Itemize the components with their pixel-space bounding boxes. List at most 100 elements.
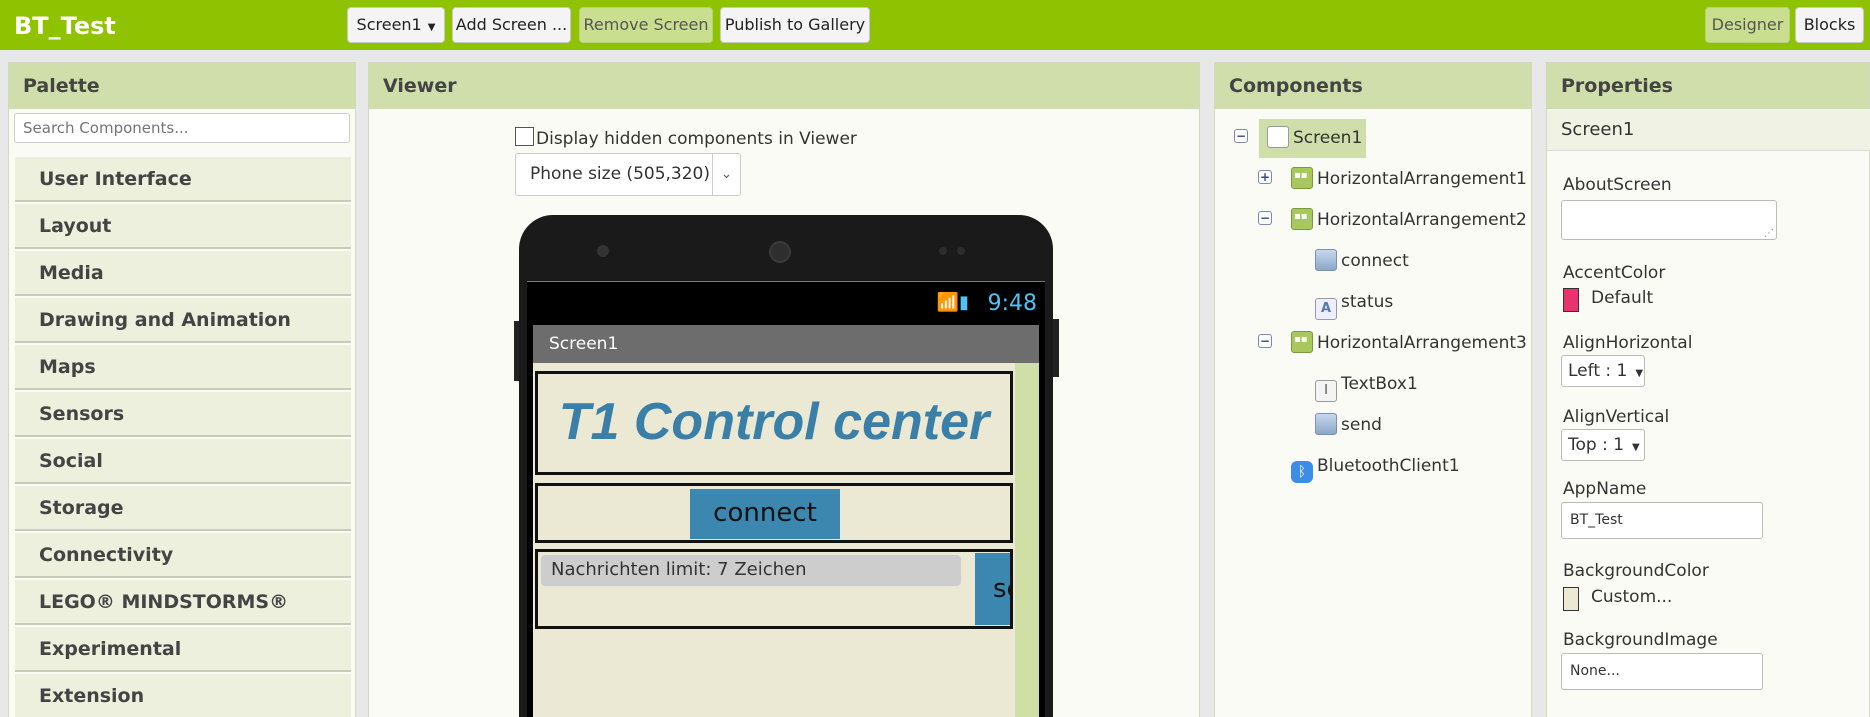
tree-item-horizontalarrangement1[interactable]: HorizontalArrangement1 [1291,166,1527,192]
phone-speaker-icon [769,241,791,263]
collapse-icon[interactable]: − [1258,334,1272,348]
horizontal-arrangement-3[interactable]: Nachrichten limit: 7 Zeichen se [535,549,1013,629]
tree-item-label: Screen1 [1293,128,1363,148]
tree-item-label: connect [1341,251,1409,271]
horizontal-arrangement-icon [1291,208,1313,230]
phone-time: 9:48 [987,291,1037,316]
palette-category-storage[interactable]: Storage [15,486,351,531]
add-screen-button[interactable]: Add Screen ... [452,7,571,43]
send-button[interactable]: se [975,553,1010,625]
horizontal-arrangement-2[interactable]: connect [535,483,1013,543]
phone-sensor-icon [939,247,947,255]
viewer-title: Viewer [369,63,1199,109]
horizontal-arrangement-icon [1291,167,1313,189]
components-panel: Components − Screen1 + HorizontalArrange… [1214,62,1532,717]
display-hidden-row[interactable]: Display hidden components in Viewer [515,127,857,149]
tree-item-textbox1[interactable]: I TextBox1 [1315,371,1418,402]
tree-item-horizontalarrangement3[interactable]: HorizontalArrangement3 [1291,330,1527,356]
phone-screen: 📶▮ 9:48 Screen1 T1 Control center connec… [527,281,1045,717]
palette-category-experimental[interactable]: Experimental [15,627,351,672]
background-image-input[interactable]: None... [1561,653,1763,690]
align-horizontal-label: AlignHorizontal [1563,333,1693,353]
resize-handle-icon: ⋰ [1764,228,1774,239]
align-vertical-value: Top : 1 [1568,435,1625,455]
tree-item-label: BluetoothClient1 [1317,456,1460,476]
phone-camera-icon [597,245,609,257]
app-name-label: AppName [1563,479,1647,499]
button-icon [1315,413,1337,435]
tree-item-send[interactable]: send [1315,412,1382,438]
control-center-title: T1 Control center [558,393,990,451]
screen-select-button[interactable]: Screen1 ▼ [347,7,445,43]
palette-category-connectivity[interactable]: Connectivity [15,533,351,578]
chevron-down-icon: ⌄ [712,154,740,195]
properties-title: Properties [1547,63,1869,109]
label-icon: A [1315,298,1337,320]
tree-item-label: status [1341,292,1394,312]
tree-item-screen1[interactable]: Screen1 [1267,125,1362,151]
collapse-icon[interactable]: − [1258,211,1272,225]
palette-category-social[interactable]: Social [15,439,351,484]
tree-item-label: send [1341,415,1382,435]
tree-item-label: HorizontalArrangement2 [1317,210,1527,230]
align-horizontal-select[interactable]: Left : 1 ▼ [1561,355,1645,387]
palette-category-maps[interactable]: Maps [15,345,351,390]
phone-scroll-strip [1015,363,1039,717]
connect-button[interactable]: connect [690,489,840,539]
phone-size-select[interactable]: Phone size (505,320) ⌄ [515,153,741,196]
viewer-panel: Viewer Display hidden components in View… [368,62,1200,717]
screen-icon [1267,126,1289,148]
app-name-input[interactable]: BT_Test [1561,502,1763,539]
designer-button[interactable]: Designer [1705,7,1790,43]
blocks-button[interactable]: Blocks [1795,7,1864,43]
textbox-icon: I [1315,380,1337,402]
palette-title: Palette [9,63,355,109]
accent-color-value[interactable]: Default [1591,288,1653,308]
textbox1[interactable]: Nachrichten limit: 7 Zeichen [541,555,961,586]
display-hidden-label: Display hidden components in Viewer [536,129,857,149]
phone-content: T1 Control center connect Nachrichten li… [533,363,1039,717]
about-screen-input[interactable]: ⋰ [1561,200,1777,240]
app-title: BT_Test [14,12,116,40]
publish-to-gallery-button[interactable]: Publish to Gallery [720,7,870,43]
palette-category-sensors[interactable]: Sensors [15,392,351,437]
components-title: Components [1215,63,1531,109]
tree-item-horizontalarrangement2[interactable]: HorizontalArrangement2 [1291,207,1527,233]
dropdown-caret-icon: ▼ [1635,368,1644,379]
dropdown-caret-icon: ▼ [427,22,436,33]
align-vertical-label: AlignVertical [1563,407,1670,427]
tree-item-bluetoothclient1[interactable]: ᛒ BluetoothClient1 [1291,453,1460,483]
background-color-swatch[interactable] [1563,587,1579,611]
about-screen-label: AboutScreen [1563,175,1672,195]
collapse-icon[interactable]: − [1234,129,1248,143]
horizontal-arrangement-1[interactable]: T1 Control center [535,371,1013,475]
accent-color-label: AccentColor [1563,263,1666,283]
display-hidden-checkbox[interactable] [515,127,534,146]
phone-sensor-icon [957,247,965,255]
background-color-label: BackgroundColor [1563,561,1709,581]
horizontal-arrangement-icon [1291,331,1313,353]
wifi-signal-battery-icon: 📶▮ [936,292,969,313]
palette-category-media[interactable]: Media [15,251,351,296]
background-color-value[interactable]: Custom... [1591,587,1672,607]
properties-panel: Properties Screen1 AboutScreen ⋰ AccentC… [1546,62,1870,717]
search-components-input[interactable] [14,113,350,143]
tree-item-connect[interactable]: connect [1315,248,1409,274]
palette-category-layout[interactable]: Layout [15,204,351,249]
properties-selected-component: Screen1 [1547,109,1870,151]
remove-screen-button[interactable]: Remove Screen [579,7,713,43]
tree-item-status[interactable]: Astatus [1315,289,1394,320]
tree-item-label: HorizontalArrangement1 [1317,169,1527,189]
palette-category-lego-mindstorms[interactable]: LEGO® MINDSTORMS® [15,580,351,625]
palette-category-drawing-animation[interactable]: Drawing and Animation [15,298,351,343]
palette-panel: Palette User Interface Layout Media Draw… [8,62,356,717]
screen-select-label: Screen1 [356,15,422,34]
palette-category-user-interface[interactable]: User Interface [15,157,351,202]
align-vertical-select[interactable]: Top : 1 ▼ [1561,429,1645,461]
expand-icon[interactable]: + [1258,170,1272,184]
accent-color-swatch[interactable] [1563,288,1579,312]
palette-category-extension[interactable]: Extension [15,674,351,717]
phone-screen-title: Screen1 [533,325,1039,363]
phone-status-bar: 📶▮ 9:48 [527,281,1045,325]
top-toolbar: BT_Test Screen1 ▼ Add Screen ... Remove S… [0,0,1870,50]
